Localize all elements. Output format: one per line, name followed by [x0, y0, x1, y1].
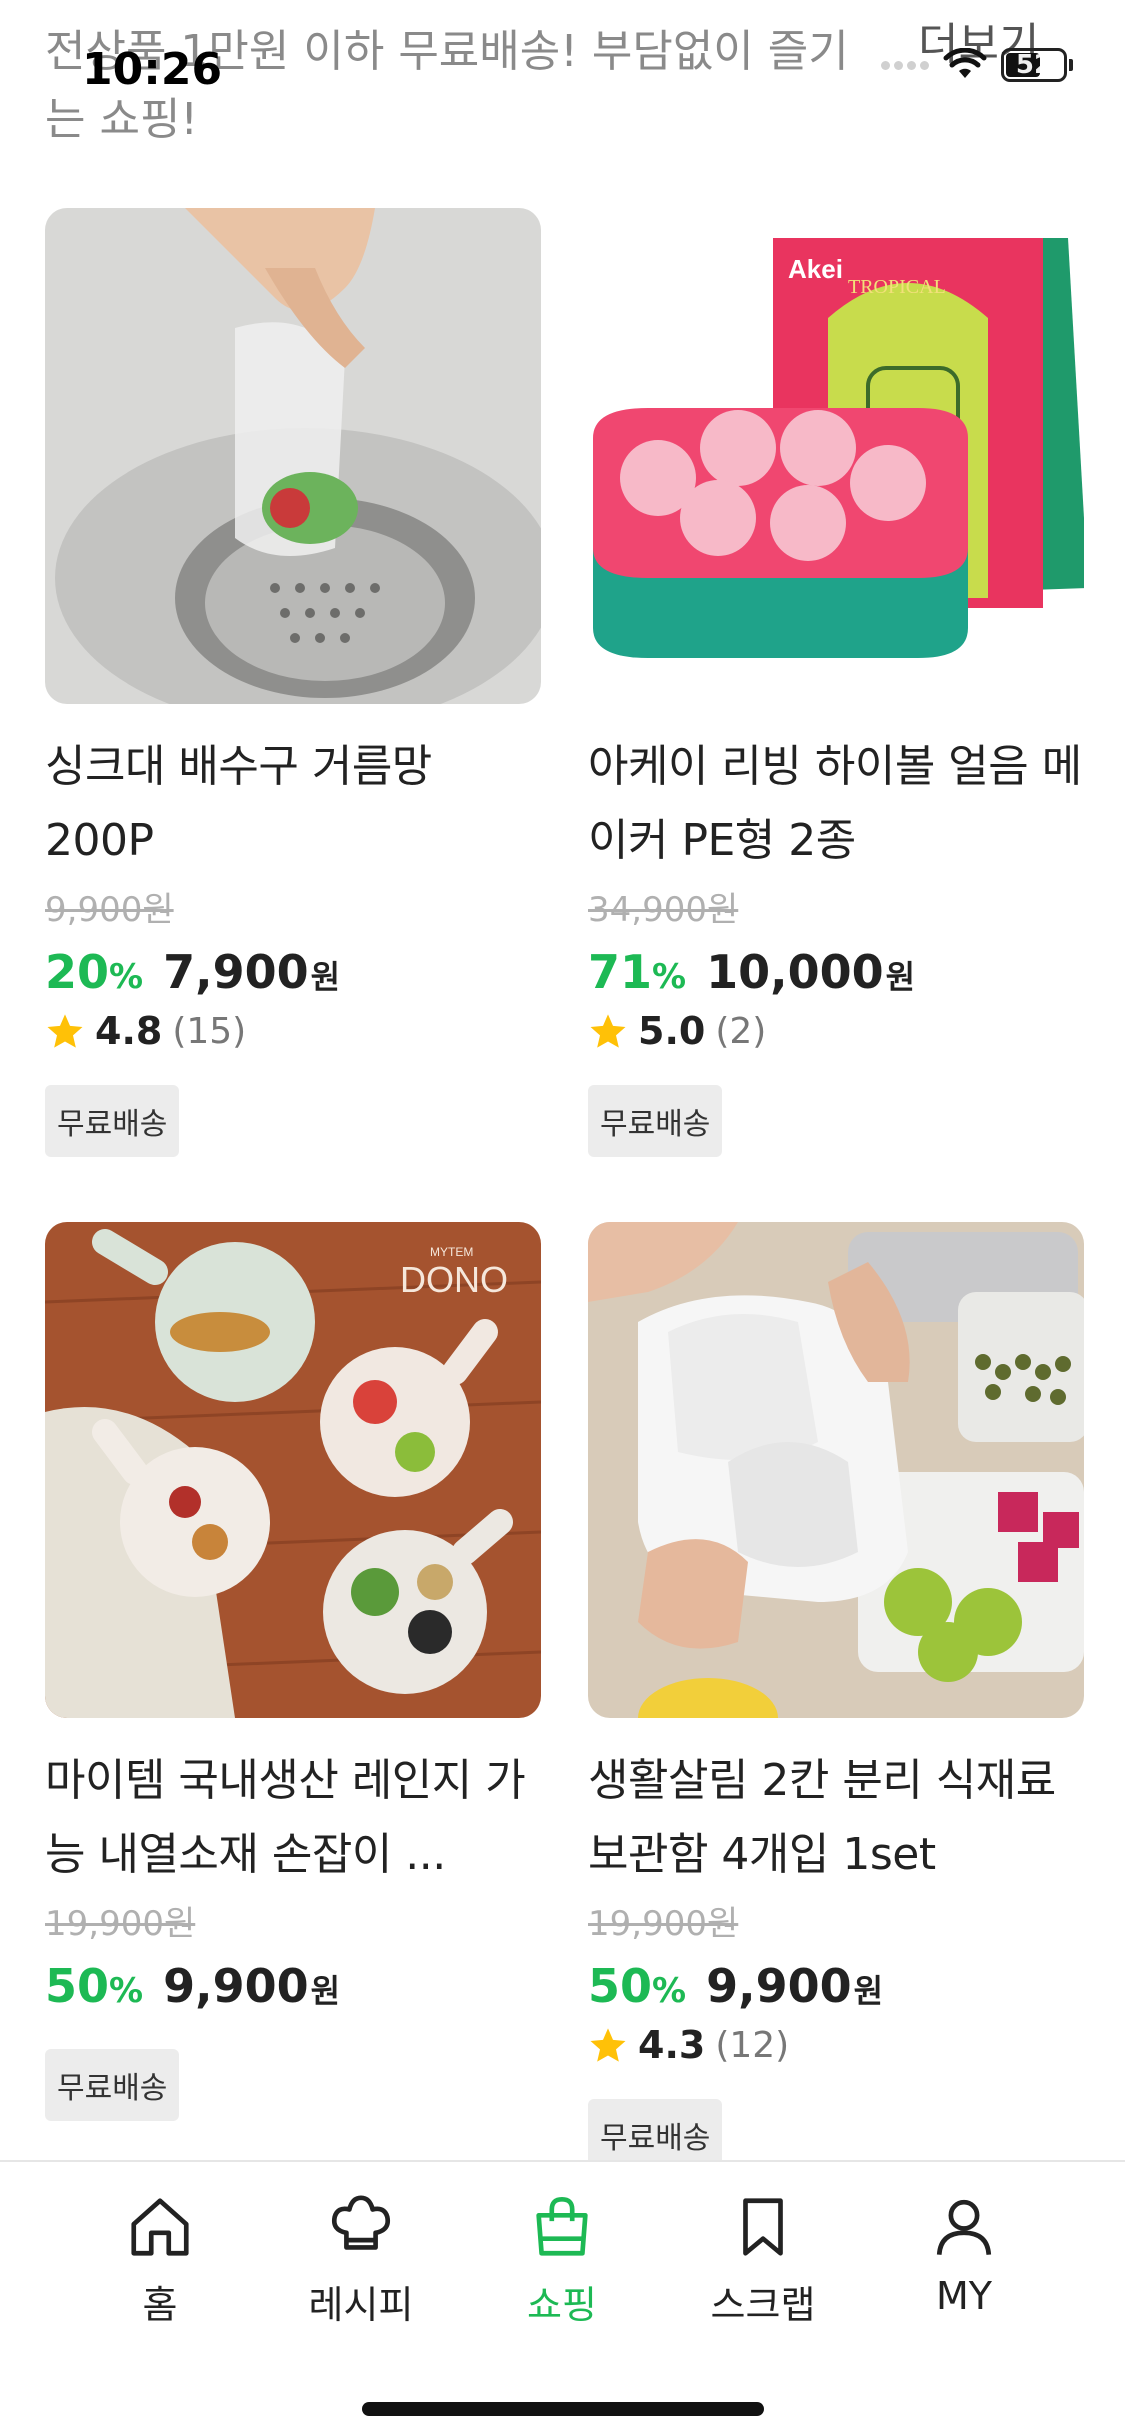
product-name: 마이템 국내생산 레인지 가능 내열소재 손잡이 ... — [45, 1755, 526, 1880]
plate-logo: DONO — [400, 1259, 508, 1300]
discount-rate: 50 — [45, 1959, 110, 2013]
review-count: (12) — [715, 2024, 790, 2066]
sale-price: 7,900 — [163, 945, 309, 999]
free-shipping-badge: 무료배송 — [588, 1085, 723, 1157]
chef-hat-icon — [331, 2195, 391, 2250]
percent-sign: % — [652, 1971, 687, 2011]
review-count: (15) — [172, 1010, 247, 1052]
sale-price: 9,900 — [163, 1959, 309, 2013]
product-image: DONO MYTEM — [45, 1222, 541, 1718]
tab-scrap[interactable]: 스크랩 — [663, 2192, 863, 2329]
price-row: 50 % 9,900 원 — [588, 1959, 1084, 2013]
sale-price: 9,900 — [706, 1959, 852, 2013]
tab-label: 홈 — [142, 2283, 178, 2327]
home-icon — [131, 2198, 189, 2256]
status-time: 10:26 — [82, 44, 223, 95]
original-price: 19,900원 — [45, 1904, 196, 1944]
battery-icon: 52 — [1001, 48, 1067, 82]
won-unit: 원 — [310, 1972, 341, 2010]
review-count: (2) — [715, 1010, 767, 1052]
product-image: Akei TROPICAL — [588, 208, 1084, 704]
home-indicator — [362, 2402, 764, 2416]
product-image — [588, 1222, 1084, 1718]
tab-recipe[interactable]: 레시피 — [261, 2192, 461, 2329]
star-icon — [590, 2028, 626, 2062]
tab-label: 레시피 — [308, 2283, 414, 2327]
tab-label: MY — [936, 2274, 992, 2318]
percent-sign: % — [109, 957, 144, 997]
battery-level: 52 — [1015, 50, 1053, 80]
star-icon — [590, 1014, 626, 1048]
original-price: 19,900원 — [588, 1904, 739, 1944]
person-icon — [936, 2199, 992, 2255]
rating-score: 4.8 — [95, 1009, 163, 1053]
rating-score: 5.0 — [638, 1009, 706, 1053]
won-unit: 원 — [885, 958, 916, 996]
wifi-icon — [943, 48, 987, 78]
plate-brand: MYTEM — [430, 1245, 473, 1259]
product-card[interactable]: Akei TROPICAL 아케이 리빙 하이볼 얼음 메이커 PE형 2종 3… — [588, 208, 1084, 1157]
original-price: 34,900원 — [588, 890, 739, 930]
shopping-bag-icon — [536, 2196, 588, 2256]
percent-sign: % — [652, 957, 687, 997]
bookmark-icon — [743, 2198, 783, 2256]
tab-label: 쇼핑 — [527, 2283, 597, 2327]
price-row: 71 % 10,000 원 — [588, 945, 1084, 999]
won-unit: 원 — [310, 958, 341, 996]
discount-rate: 71 — [588, 945, 653, 999]
won-unit: 원 — [853, 1972, 884, 2010]
tab-label: 스크랩 — [710, 2283, 816, 2327]
star-icon — [47, 1014, 83, 1048]
price-row: 50 % 9,900 원 — [45, 1959, 541, 2013]
product-card[interactable]: 생활살림 2칸 분리 식재료 보관함 4개입 1set 19,900원 50 %… — [588, 1222, 1084, 2171]
box-title: TROPICAL — [848, 276, 946, 298]
status-icons: 52 — [881, 48, 1073, 82]
box-brand: Akei — [788, 254, 843, 284]
product-card[interactable]: 싱크대 배수구 거름망 200P 9,900원 20 % 7,900 원 4.8… — [45, 208, 541, 1157]
sale-price: 10,000 — [706, 945, 884, 999]
original-price: 9,900원 — [45, 890, 174, 930]
tab-home[interactable]: 홈 — [60, 2192, 260, 2329]
rating-row: 5.0 (2) — [588, 1009, 1084, 1053]
price-row: 20 % 7,900 원 — [45, 945, 541, 999]
product-name: 생활살림 2칸 분리 식재료 보관함 4개입 1set — [588, 1755, 1056, 1880]
discount-rate: 50 — [588, 1959, 653, 2013]
rating-score: 4.3 — [638, 2023, 706, 2067]
free-shipping-badge: 무료배송 — [45, 1085, 180, 1157]
discount-rate: 20 — [45, 945, 110, 999]
rating-row: 4.8 (15) — [45, 1009, 541, 1053]
product-name: 아케이 리빙 하이볼 얼음 메이커 PE형 2종 — [588, 741, 1082, 866]
product-image — [45, 208, 541, 704]
free-shipping-badge: 무료배송 — [45, 2049, 180, 2121]
signal-icon — [881, 60, 929, 70]
rating-row: 4.3 (12) — [588, 2023, 1084, 2067]
tab-shopping[interactable]: 쇼핑 — [462, 2192, 662, 2329]
product-name: 싱크대 배수구 거름망 200P — [45, 741, 432, 866]
bottom-tab-bar: 홈 레시피 쇼핑 스크랩 MY — [0, 2160, 1125, 2436]
product-card[interactable]: DONO MYTEM 마이템 국내생산 레인지 가능 내열소재 손잡이 ... … — [45, 1222, 541, 2121]
percent-sign: % — [109, 1971, 144, 2011]
tab-my[interactable]: MY — [864, 2192, 1064, 2318]
